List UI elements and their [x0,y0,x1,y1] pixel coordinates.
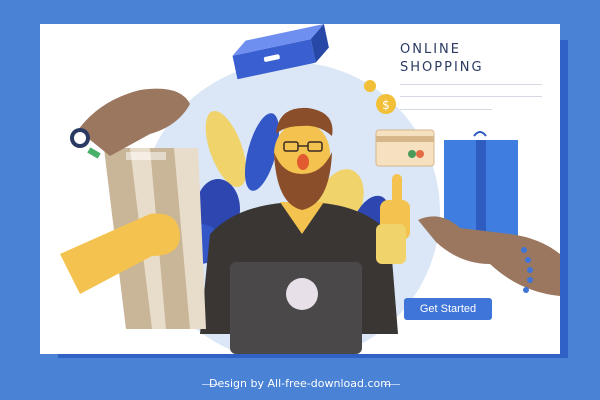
heading-line-online: ONLINE [400,42,461,57]
get-started-button[interactable]: Get Started [404,298,492,320]
banner-card: $ ONLINE SHOPPING Get Started [40,24,560,354]
credit-text: Design by All-free-download.com [209,377,391,390]
laptop-icon [230,262,362,354]
heading-rule [400,84,542,85]
credit-card-icon [375,129,435,167]
credit-divider [384,384,400,385]
svg-text:$: $ [382,98,390,112]
heading-line-shopping: SHOPPING [400,60,484,75]
heading-rule [400,96,542,97]
heading-rule [400,109,492,110]
